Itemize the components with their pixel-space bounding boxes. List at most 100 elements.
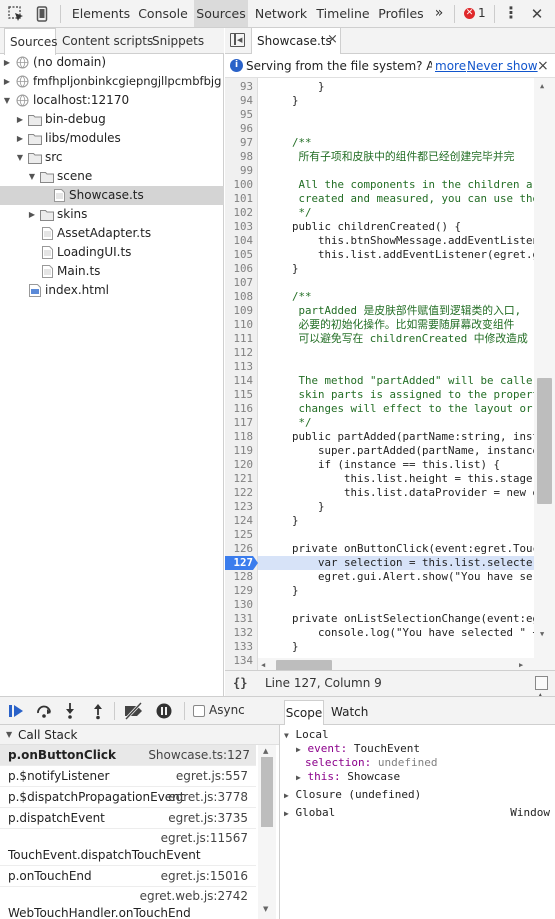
step-over-icon[interactable] <box>35 703 53 719</box>
line-number[interactable]: 126 <box>225 542 253 556</box>
line-number[interactable]: 94 <box>225 94 253 108</box>
tree-item-showcase-ts[interactable]: Showcase.ts <box>0 186 224 205</box>
pause-on-exceptions-icon[interactable] <box>155 702 173 720</box>
error-count[interactable]: 1 <box>478 6 486 20</box>
call-frame[interactable]: p.onButtonClick Showcase.ts:127 <box>0 745 256 766</box>
line-number[interactable]: 134 <box>225 654 253 668</box>
coverage-toggle-icon[interactable]: ▲ <box>535 676 548 699</box>
line-number[interactable]: 97 <box>225 136 253 150</box>
collapse-arrow-icon[interactable]: ▼ <box>15 148 25 167</box>
line-number[interactable]: 127 <box>225 556 253 570</box>
line-number[interactable]: 125 <box>225 528 253 542</box>
error-icon[interactable]: ✕ <box>464 8 475 19</box>
tree-item-index-html[interactable]: index.html <box>0 281 224 300</box>
vertical-scrollbar[interactable]: ▲ ▼ <box>534 78 555 674</box>
tab-showcase-ts[interactable]: Showcase.ts × <box>251 28 341 55</box>
tab-network[interactable]: Network <box>252 0 310 27</box>
call-stack-scrollbar[interactable]: ▲ ▼ <box>258 745 276 919</box>
collapse-arrow-icon[interactable]: ▼ <box>6 725 12 745</box>
line-number[interactable]: 95 <box>225 108 253 122</box>
line-number[interactable]: 115 <box>225 388 253 402</box>
tab-timeline[interactable]: Timeline <box>314 0 372 27</box>
call-stack-scroll-thumb[interactable] <box>261 757 273 827</box>
tab-scope[interactable]: Scope <box>284 700 324 725</box>
line-number[interactable]: 129 <box>225 584 253 598</box>
collapse-arrow-icon[interactable]: ▼ <box>284 731 289 740</box>
line-number[interactable]: 121 <box>225 472 253 486</box>
scroll-right-icon[interactable]: ▶ <box>519 661 523 669</box>
scroll-down-icon[interactable]: ▼ <box>540 630 544 638</box>
line-number[interactable]: 117 <box>225 416 253 430</box>
line-number[interactable]: 118 <box>225 430 253 444</box>
line-number[interactable]: 123 <box>225 500 253 514</box>
collapse-arrow-icon[interactable]: ▼ <box>2 91 12 110</box>
expand-arrow-icon[interactable]: ▶ <box>296 773 301 782</box>
tree-item-localhost[interactable]: ▼ localhost:12170 <box>0 91 224 110</box>
line-number[interactable]: 114 <box>225 374 253 388</box>
tab-console[interactable]: Console <box>135 0 191 27</box>
line-number[interactable]: 107 <box>225 276 253 290</box>
tab-sources[interactable]: Sources <box>194 0 248 27</box>
expand-arrow-icon[interactable]: ▶ <box>27 205 37 224</box>
tree-item-scene[interactable]: ▼ scene <box>0 167 224 186</box>
scope-var-this[interactable]: ▶ this: Showcase <box>296 768 400 786</box>
scope-closure[interactable]: ▶ Closure (undefined) <box>284 786 421 804</box>
pretty-print-icon[interactable]: {} <box>233 671 247 696</box>
close-devtools-icon[interactable]: ✕ <box>527 3 547 25</box>
inspect-element-icon[interactable] <box>7 5 25 23</box>
vertical-scroll-thumb[interactable] <box>537 378 552 504</box>
expand-arrow-icon[interactable]: ▶ <box>284 809 289 818</box>
expand-arrow-icon[interactable]: ▶ <box>284 791 289 800</box>
expand-arrow-icon[interactable]: ▶ <box>15 110 25 129</box>
tab-content-scripts[interactable]: Content scripts <box>62 28 153 54</box>
tab-watch[interactable]: Watch <box>331 700 368 725</box>
line-number[interactable]: 110 <box>225 318 253 332</box>
call-frame[interactable]: egret.web.js:2742 WebTouchHandler.onTouc… <box>0 887 256 919</box>
step-out-icon[interactable] <box>91 702 105 720</box>
collapse-arrow-icon[interactable]: ▼ <box>27 167 37 186</box>
line-number[interactable]: 120 <box>225 458 253 472</box>
line-number[interactable]: 122 <box>225 486 253 500</box>
tab-snippets[interactable]: Snippets <box>152 28 204 54</box>
call-frame[interactable]: p.onTouchEnd egret.js:15016 <box>0 866 256 887</box>
line-number[interactable]: 113 <box>225 360 253 374</box>
tab-sources-nav[interactable]: Sources <box>4 28 57 55</box>
line-number[interactable]: 106 <box>225 262 253 276</box>
line-number[interactable]: 112 <box>225 346 253 360</box>
tab-elements[interactable]: Elements <box>70 0 132 27</box>
more-tabs-button[interactable]: » <box>430 0 448 27</box>
tree-item-src[interactable]: ▼ src <box>0 148 224 167</box>
expand-arrow-icon[interactable]: ▶ <box>2 53 12 72</box>
line-number[interactable]: 101 <box>225 192 253 206</box>
tree-item-no-domain[interactable]: ▶ (no domain) <box>0 53 224 72</box>
call-frame[interactable]: egret.js:11567 TouchEvent.dispatchTouchE… <box>0 829 256 866</box>
customize-menu-icon[interactable]: ⋮ <box>503 4 519 24</box>
line-number[interactable]: 108 <box>225 290 253 304</box>
line-number[interactable]: 93 <box>225 80 253 94</box>
never-show-link[interactable]: Never show <box>467 54 538 77</box>
tree-item-bin-debug[interactable]: ▶ bin-debug <box>0 110 224 129</box>
line-number[interactable]: 133 <box>225 640 253 654</box>
call-frame[interactable]: p.$notifyListener egret.js:557 <box>0 766 256 787</box>
close-info-icon[interactable]: × <box>537 54 549 77</box>
line-number[interactable]: 130 <box>225 598 253 612</box>
step-into-icon[interactable] <box>63 702 77 720</box>
line-number[interactable]: 98 <box>225 150 253 164</box>
toggle-navigator-icon[interactable]: ◀ <box>230 33 245 47</box>
device-mode-icon[interactable] <box>33 5 51 23</box>
tree-item-skins[interactable]: ▶ skins <box>0 205 224 224</box>
scroll-up-icon[interactable]: ▲ <box>540 82 544 90</box>
scroll-down-icon[interactable]: ▼ <box>263 905 268 913</box>
call-frame[interactable]: p.dispatchEvent egret.js:3735 <box>0 808 256 829</box>
close-tab-icon[interactable]: × <box>327 32 338 47</box>
tree-item-loadingui-ts[interactable]: LoadingUI.ts <box>0 243 224 262</box>
more-link[interactable]: more <box>435 54 466 77</box>
scroll-left-icon[interactable]: ◀ <box>261 661 265 669</box>
call-frame[interactable]: p.$dispatchPropagationEvent egret.js:377… <box>0 787 256 808</box>
scope-global[interactable]: ▶ Global Window <box>284 804 554 822</box>
line-number[interactable]: 128 <box>225 570 253 584</box>
line-number[interactable]: 104 <box>225 234 253 248</box>
call-stack-header[interactable]: ▼ Call Stack <box>0 725 279 745</box>
line-number[interactable]: 103 <box>225 220 253 234</box>
deactivate-breakpoints-icon[interactable] <box>123 701 145 721</box>
